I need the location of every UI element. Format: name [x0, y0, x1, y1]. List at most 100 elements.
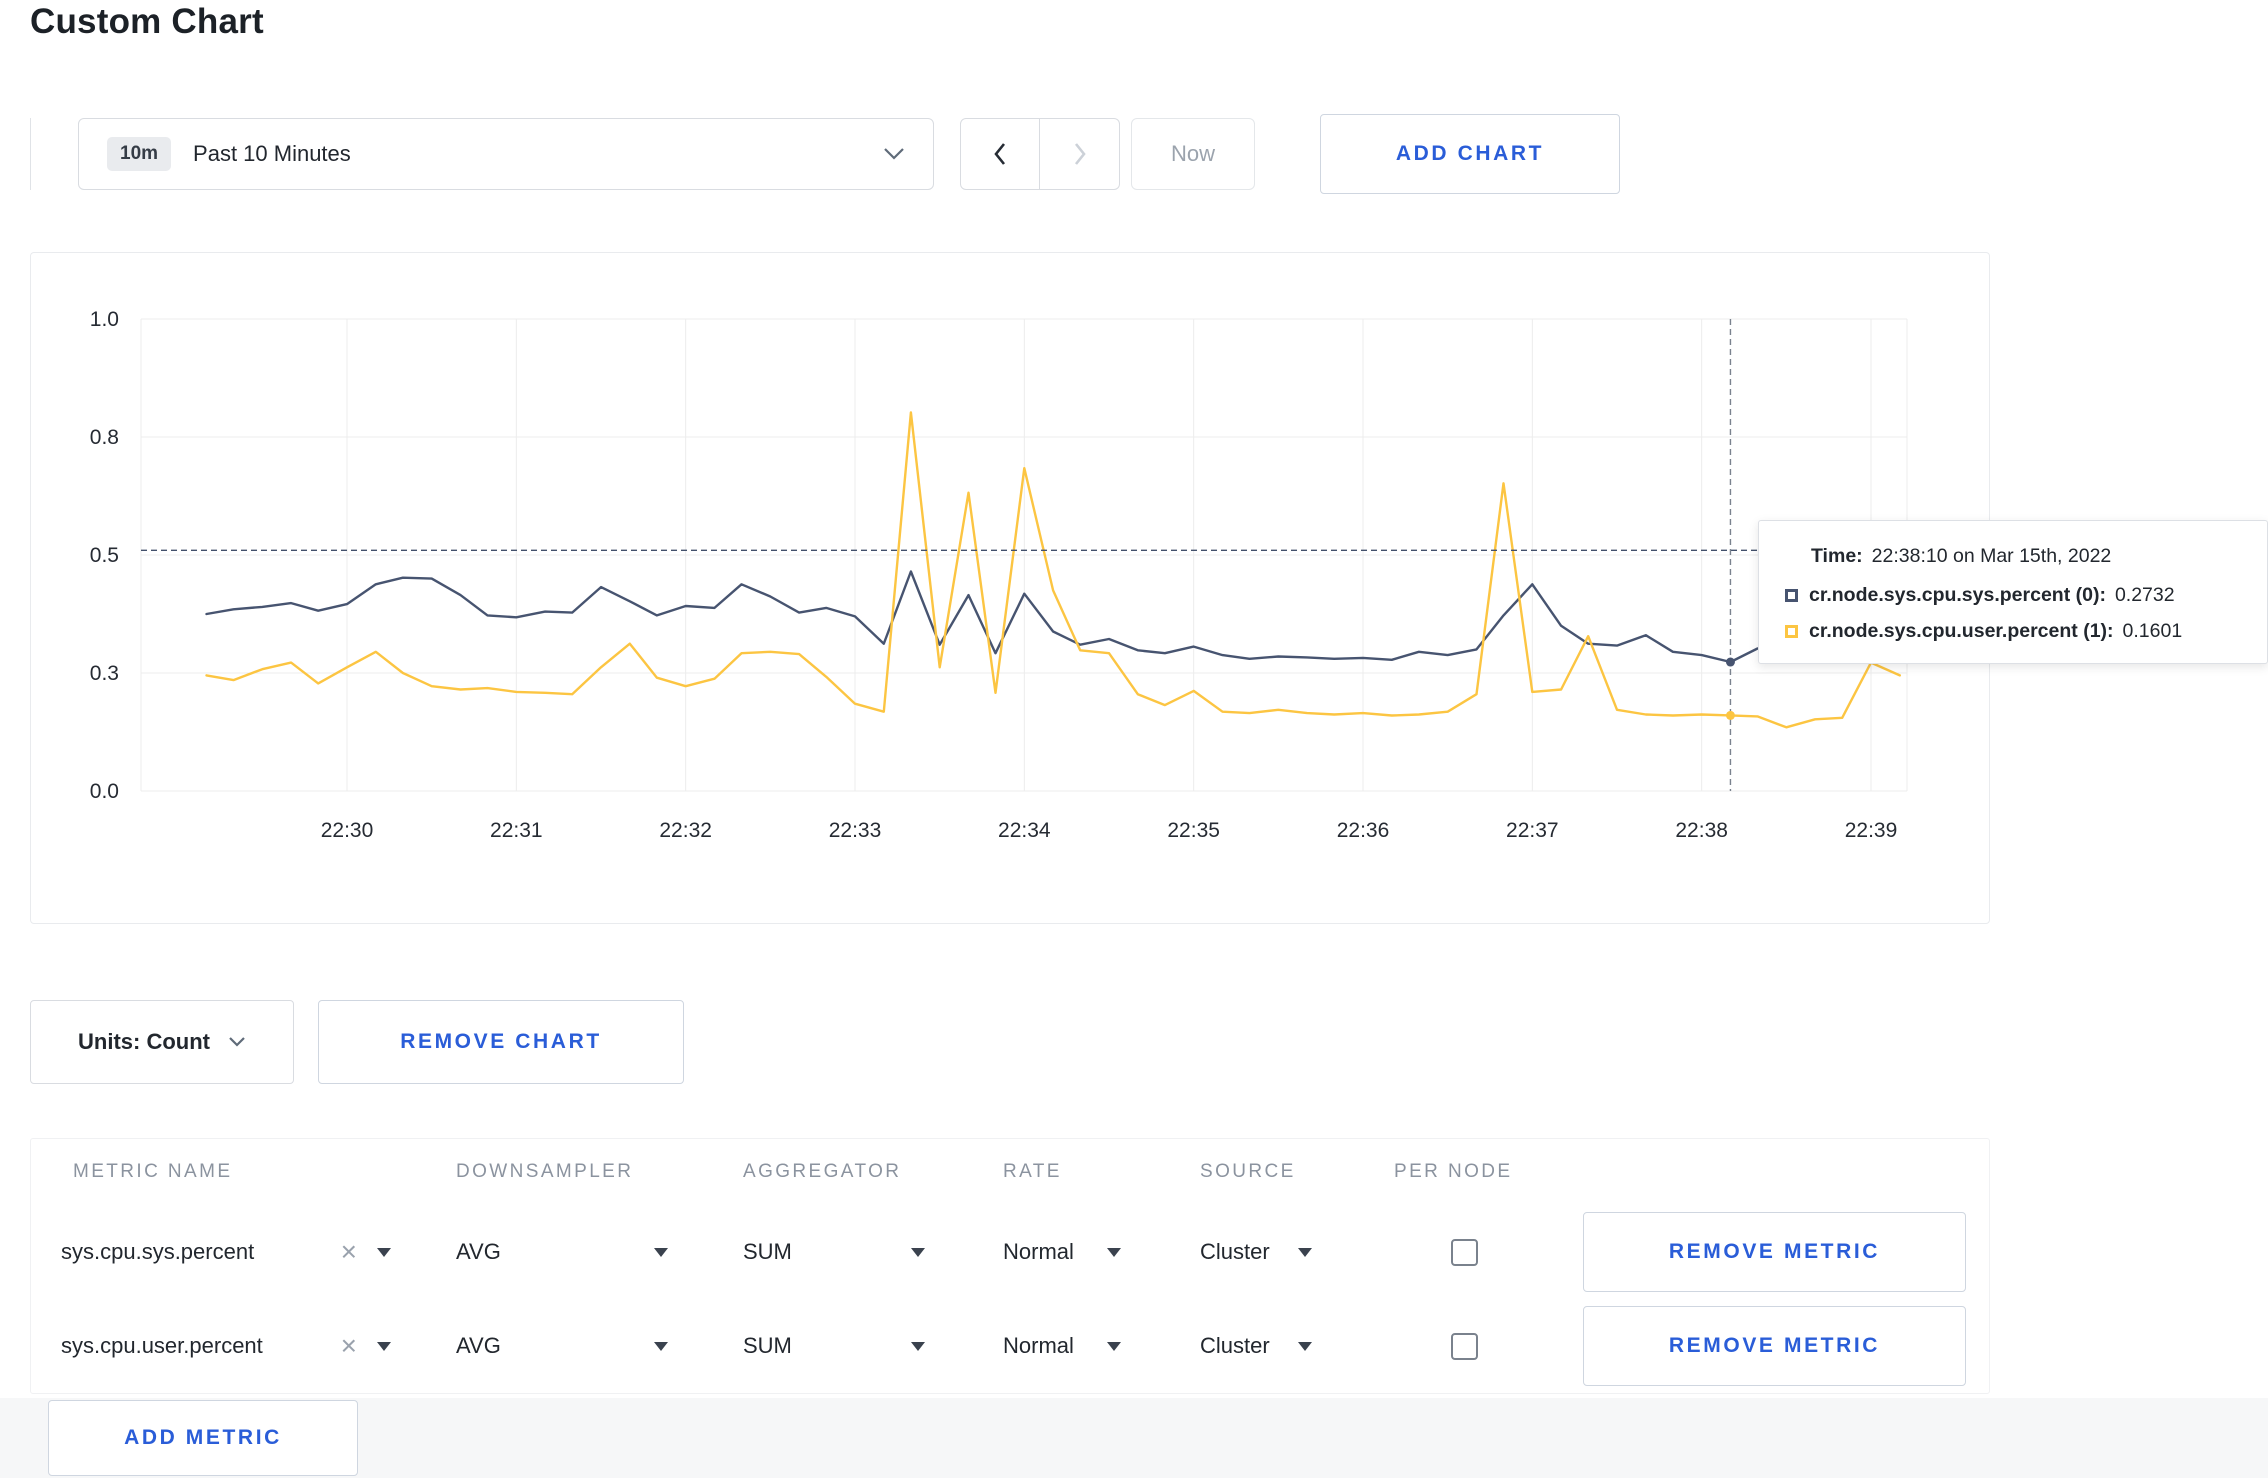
col-header-downsampler: DOWNSAMPLER	[456, 1161, 634, 1182]
y-tick-label: 0.8	[90, 426, 119, 449]
metric-name-select[interactable]: sys.cpu.user.percent ×	[61, 1332, 391, 1360]
tooltip-series-value: 0.1601	[2122, 620, 2183, 642]
downsampler-value: AVG	[456, 1333, 501, 1358]
x-tick-label: 22:39	[1845, 819, 1898, 842]
chevron-left-icon	[994, 143, 1006, 165]
caret-down-icon	[1298, 1341, 1312, 1351]
add-chart-button[interactable]: ADD CHART	[1320, 114, 1620, 194]
chart-card[interactable]: 0.0 0.3 0.5 0.8 1.0 22:30 22:31 22:32 22:33 22:34…	[30, 252, 1990, 924]
caret-down-icon	[911, 1247, 925, 1257]
aggregator-cell: SUM	[743, 1239, 1003, 1265]
per-node-checkbox[interactable]	[1451, 1332, 1478, 1360]
tooltip-series-row: cr.node.sys.cpu.user.percent (1): 0.1601	[1785, 620, 2241, 643]
caret-down-icon	[911, 1341, 925, 1351]
y-tick-label: 0.0	[90, 780, 119, 803]
chevron-right-icon	[1074, 143, 1086, 165]
rate-cell: Normal	[1003, 1239, 1200, 1265]
caret-down-icon	[654, 1341, 668, 1351]
tooltip-time-label: Time:	[1811, 545, 1863, 567]
clear-metric-icon[interactable]: ×	[341, 1238, 357, 1266]
per-node-checkbox[interactable]	[1451, 1238, 1478, 1266]
metric-name-value: sys.cpu.user.percent	[61, 1333, 263, 1358]
source-select[interactable]: Cluster	[1200, 1333, 1312, 1359]
metric-row: sys.cpu.user.percent × AVG SUM Normal Cl…	[31, 1299, 1989, 1393]
source-value: Cluster	[1200, 1239, 1270, 1264]
x-tick-label: 22:33	[829, 819, 882, 842]
caret-down-icon	[377, 1247, 391, 1257]
toolbar-left-divider	[30, 118, 31, 190]
col-header-per-node: PER NODE	[1394, 1161, 1513, 1182]
aggregator-cell: SUM	[743, 1333, 1003, 1359]
metric-name-select[interactable]: sys.cpu.sys.percent ×	[61, 1238, 391, 1266]
metrics-table-header: METRIC NAME DOWNSAMPLER AGGREGATOR RATE …	[31, 1139, 1989, 1205]
col-header-metric-name: METRIC NAME	[73, 1161, 233, 1182]
y-tick-label: 0.3	[90, 662, 119, 685]
rate-value: Normal	[1003, 1239, 1074, 1264]
user-series-swatch-icon	[1785, 625, 1798, 638]
crosshair-dot-1	[1725, 710, 1735, 720]
per-node-cell	[1394, 1332, 1583, 1360]
x-tick-label: 22:31	[490, 819, 543, 842]
chevron-down-icon	[229, 1037, 245, 1047]
aggregator-value: SUM	[743, 1239, 792, 1264]
downsampler-cell: AVG	[456, 1333, 743, 1359]
tooltip-time-row: Time: 22:38:10 on Mar 15th, 2022	[1785, 545, 2241, 568]
caret-down-icon	[1298, 1247, 1312, 1257]
now-button[interactable]: Now	[1131, 118, 1255, 190]
tooltip-series-value: 0.2732	[2114, 584, 2175, 606]
y-tick-label: 0.5	[90, 544, 119, 567]
aggregator-value: SUM	[743, 1333, 792, 1358]
per-node-cell	[1394, 1238, 1583, 1266]
clear-metric-icon[interactable]: ×	[341, 1332, 357, 1360]
page-title: Custom Chart	[30, 2, 264, 41]
source-cell: Cluster	[1200, 1239, 1394, 1265]
source-select[interactable]: Cluster	[1200, 1239, 1312, 1265]
remove-metric-button[interactable]: REMOVE METRIC	[1583, 1306, 1966, 1386]
col-header-aggregator: AGGREGATOR	[743, 1161, 902, 1182]
chevron-down-icon	[884, 148, 904, 160]
metric-name-cell: sys.cpu.sys.percent ×	[61, 1238, 456, 1266]
crosshair-dot-0	[1725, 657, 1735, 667]
add-metric-button[interactable]: ADD METRIC	[48, 1400, 358, 1476]
remove-metric-cell: REMOVE METRIC	[1583, 1212, 1966, 1292]
next-time-button[interactable]	[1040, 118, 1120, 190]
rate-cell: Normal	[1003, 1333, 1200, 1359]
source-cell: Cluster	[1200, 1333, 1394, 1359]
rate-select[interactable]: Normal	[1003, 1333, 1121, 1359]
metric-name-value: sys.cpu.sys.percent	[61, 1239, 255, 1264]
units-dropdown[interactable]: Units: Count	[30, 1000, 294, 1084]
caret-down-icon	[1107, 1247, 1121, 1257]
caret-down-icon	[1107, 1341, 1121, 1351]
downsampler-select[interactable]: AVG	[456, 1333, 668, 1359]
series-line-1	[205, 411, 1902, 729]
prev-time-button[interactable]	[960, 118, 1040, 190]
remove-chart-button[interactable]: REMOVE CHART	[318, 1000, 684, 1084]
rate-select[interactable]: Normal	[1003, 1239, 1121, 1265]
metrics-table: METRIC NAME DOWNSAMPLER AGGREGATOR RATE …	[30, 1138, 1990, 1394]
x-tick-label: 22:37	[1506, 819, 1559, 842]
downsampler-value: AVG	[456, 1239, 501, 1264]
rate-value: Normal	[1003, 1333, 1074, 1358]
remove-metric-cell: REMOVE METRIC	[1583, 1306, 1966, 1386]
tooltip-series-row: cr.node.sys.cpu.sys.percent (0): 0.2732	[1785, 584, 2241, 607]
units-label: Units: Count	[78, 1029, 210, 1054]
caret-down-icon	[377, 1341, 391, 1351]
remove-metric-button[interactable]: REMOVE METRIC	[1583, 1212, 1966, 1292]
downsampler-select[interactable]: AVG	[456, 1239, 668, 1265]
time-nav-group	[960, 118, 1120, 190]
aggregator-select[interactable]: SUM	[743, 1333, 925, 1359]
metric-name-cell: sys.cpu.user.percent ×	[61, 1332, 456, 1360]
tooltip-series-name: cr.node.sys.cpu.sys.percent (0):	[1809, 584, 2106, 606]
metric-row: sys.cpu.sys.percent × AVG SUM Normal Clu…	[31, 1205, 1989, 1299]
series-line-0	[205, 570, 1902, 664]
time-range-label: Past 10 Minutes	[193, 141, 351, 166]
col-header-rate: RATE	[1003, 1161, 1062, 1182]
time-range-badge: 10m	[107, 137, 172, 171]
col-header-source: SOURCE	[1200, 1161, 1296, 1182]
tooltip-time-value: 22:38:10 on Mar 15th, 2022	[1871, 545, 2112, 567]
x-tick-label: 22:34	[998, 819, 1051, 842]
x-tick-label: 22:32	[659, 819, 712, 842]
x-tick-label: 22:30	[321, 819, 374, 842]
time-range-dropdown[interactable]: 10m Past 10 Minutes	[78, 118, 934, 190]
aggregator-select[interactable]: SUM	[743, 1239, 925, 1265]
